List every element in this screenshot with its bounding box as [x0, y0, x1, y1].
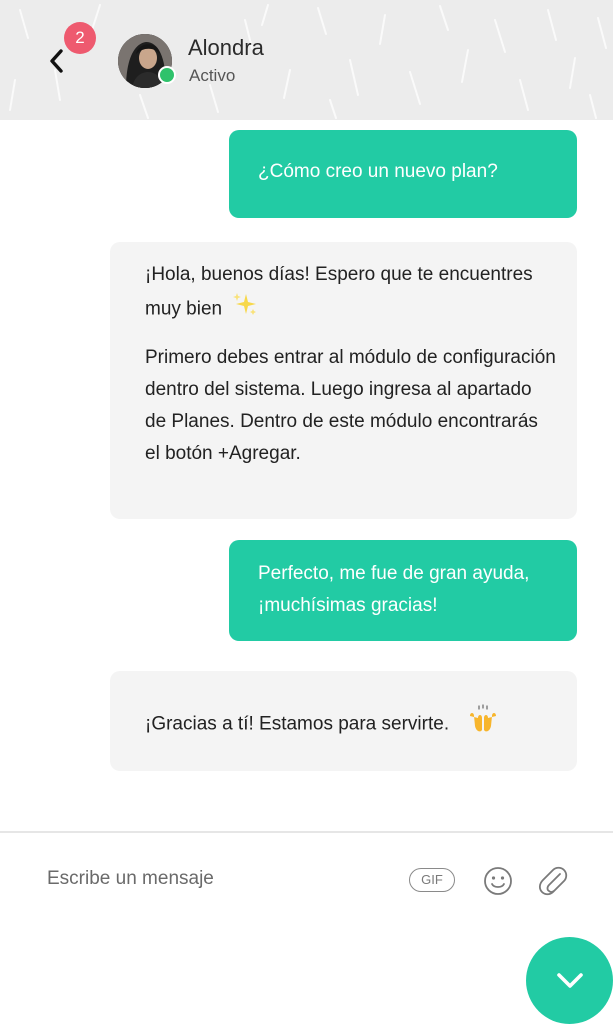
- message-text: Primero debes entrar al módulo de config…: [145, 347, 556, 464]
- contact-status: Activo: [189, 66, 236, 85]
- message-outgoing: Perfecto, me fue de gran ayuda, ¡muchísi…: [229, 540, 577, 641]
- chat-screen: 2 Alondra Activo ¿Cómo creo un nuevo pla…: [0, 0, 613, 1024]
- chevron-down-icon: [557, 973, 583, 988]
- gif-button[interactable]: GIF: [409, 868, 455, 892]
- emoji-button[interactable]: [482, 865, 514, 902]
- message-outgoing: ¿Cómo creo un nuevo plan?: [229, 130, 577, 218]
- chevron-left-icon: [50, 49, 63, 73]
- online-status-dot: [158, 66, 176, 84]
- paperclip-icon: [538, 866, 568, 896]
- message-input[interactable]: [47, 864, 387, 894]
- message-incoming: ¡Hola, buenos días! Espero que te encuen…: [110, 242, 577, 519]
- message-incoming: ¡Gracias a tí! Estamos para servirte.: [110, 671, 577, 771]
- message-text: ¿Cómo creo un nuevo plan?: [258, 161, 498, 182]
- raising-hands-emoji: [467, 704, 499, 745]
- message-text: ¡Gracias a tí! Estamos para servirte.: [145, 704, 577, 745]
- chat-header: 2 Alondra Activo: [0, 0, 613, 120]
- scroll-to-bottom-button[interactable]: [526, 937, 613, 1024]
- contact-name: Alondra: [188, 35, 264, 60]
- message-text: Perfecto, me fue de gran ayuda, ¡muchísi…: [258, 563, 530, 616]
- message-composer: GIF: [0, 833, 613, 923]
- attach-button[interactable]: [538, 865, 568, 902]
- header-pattern: [9, 4, 607, 119]
- unread-badge: 2: [64, 22, 96, 54]
- smiley-icon: [484, 867, 512, 895]
- sparkles-emoji: [232, 291, 258, 328]
- message-text: ¡Hola, buenos días! Espero que te encuen…: [145, 259, 557, 328]
